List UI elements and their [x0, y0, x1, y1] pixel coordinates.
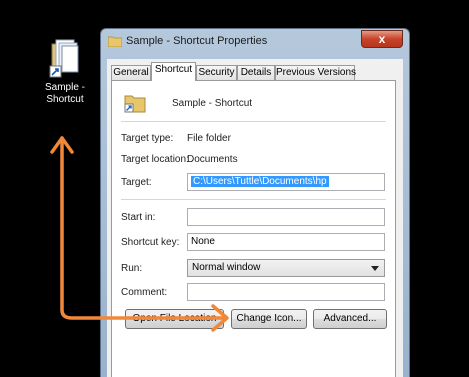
comment-input[interactable]: [187, 283, 385, 301]
shortcut-key-label: Shortcut key:: [121, 237, 180, 248]
tab-details[interactable]: Details: [237, 65, 275, 80]
change-icon-button[interactable]: Change Icon...: [231, 309, 307, 329]
target-location-value: Documents: [187, 154, 238, 165]
start-in-input[interactable]: [187, 208, 385, 226]
tab-general[interactable]: General: [111, 65, 151, 80]
comment-label: Comment:: [121, 287, 168, 298]
chevron-down-icon: [371, 266, 379, 271]
advanced-button[interactable]: Advanced...: [313, 309, 387, 329]
target-input[interactable]: C:\Users\Tuttle\Documents\hp: [187, 173, 385, 191]
desktop-shortcut-label: Sample - Shortcut: [44, 82, 85, 105]
folder-icon: [108, 36, 122, 47]
desktop-shortcut[interactable]: Sample - Shortcut: [30, 38, 100, 106]
separator: [121, 199, 386, 200]
start-in-label: Start in:: [121, 212, 156, 223]
close-icon: x: [378, 32, 386, 46]
target-type-label: Target type:: [121, 133, 174, 144]
shortcut-key-input[interactable]: None: [187, 233, 385, 251]
shortcut-name: Sample - Shortcut: [172, 98, 253, 109]
dialog-client: General Shortcut Security Details Previo…: [107, 59, 403, 377]
tab-previous-versions[interactable]: Previous Versions: [275, 65, 356, 80]
tab-security[interactable]: Security: [196, 65, 237, 80]
target-value: C:\Users\Tuttle\Documents\hp: [191, 176, 329, 187]
open-file-location-button[interactable]: Open File Location: [125, 309, 224, 329]
target-location-label: Target location:: [121, 154, 189, 165]
run-select-value: Normal window: [192, 262, 261, 273]
run-select[interactable]: Normal window: [187, 259, 385, 277]
properties-window: Sample - Shortcut Properties x General S…: [100, 28, 410, 377]
target-label: Target:: [121, 177, 152, 188]
folder-shortcut-icon: [48, 38, 82, 78]
separator: [121, 121, 386, 122]
tab-shortcut[interactable]: Shortcut: [151, 62, 196, 81]
shortcut-folder-icon: [124, 95, 146, 113]
window-title: Sample - Shortcut Properties: [126, 35, 268, 47]
run-label: Run:: [121, 263, 143, 274]
shortcut-tab-panel: Sample - Shortcut Target type: File fold…: [111, 80, 396, 377]
close-button[interactable]: x: [361, 30, 403, 48]
target-type-value: File folder: [187, 133, 231, 144]
title-bar[interactable]: Sample - Shortcut Properties x: [101, 29, 409, 53]
